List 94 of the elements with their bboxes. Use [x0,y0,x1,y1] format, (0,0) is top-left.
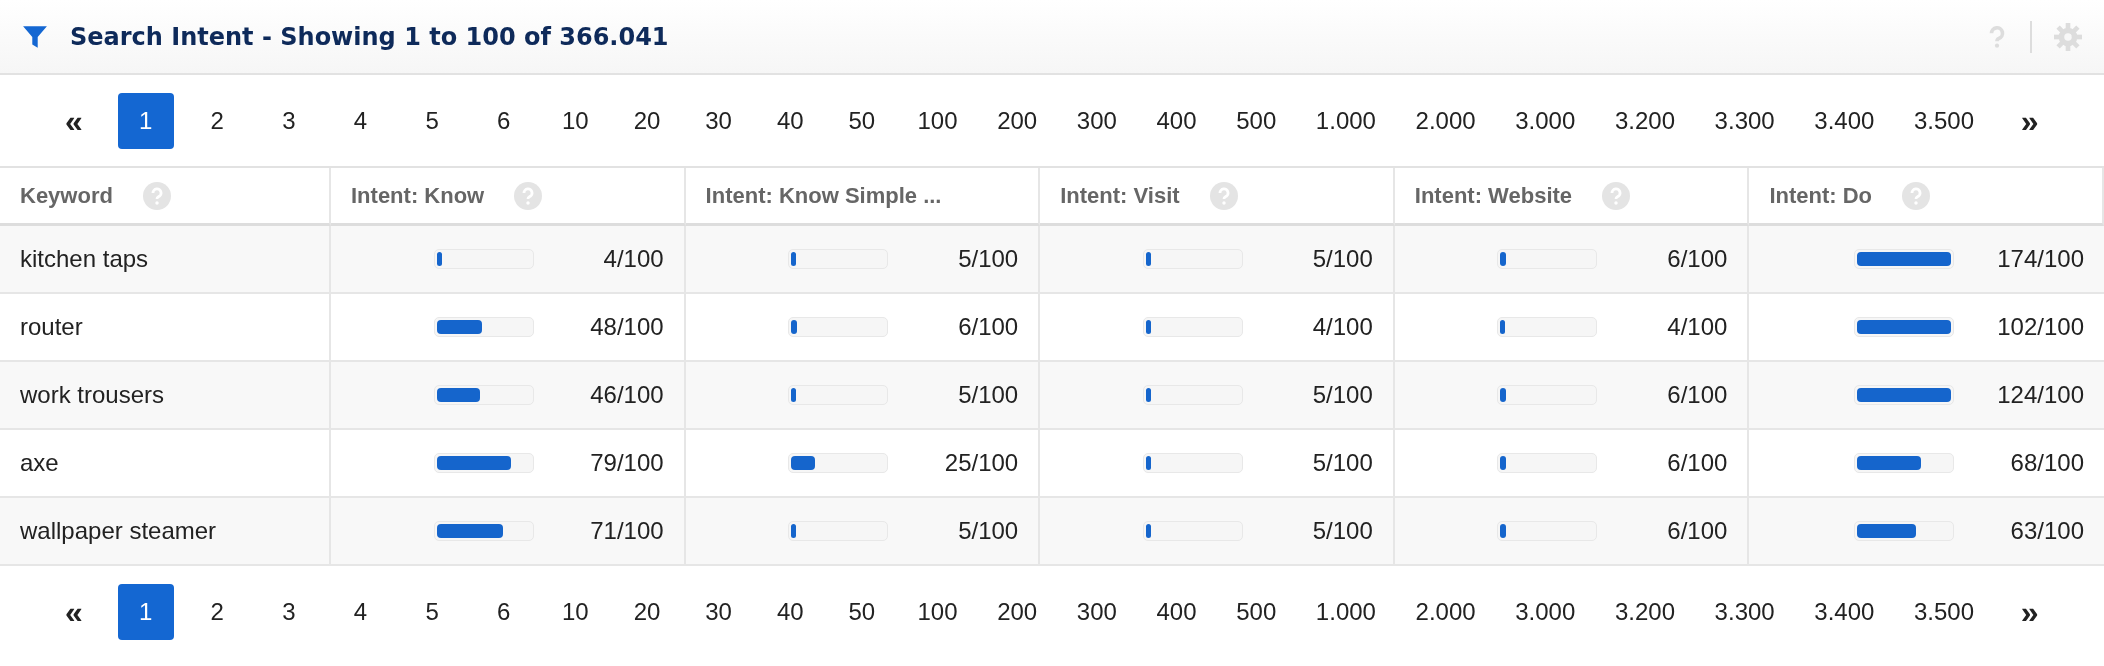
last-page-button[interactable]: » [2001,92,2058,149]
page-button[interactable]: 200 [985,583,1050,640]
score-text: 5/100 [1312,381,1373,408]
score-text: 5/100 [1312,449,1373,476]
page-button[interactable]: 2 [189,92,246,149]
help-icon [514,181,543,210]
page-button[interactable]: 200 [985,92,1050,149]
page-button[interactable]: 30 [690,583,747,640]
settings-icon[interactable] [2054,22,2082,51]
page-button[interactable]: 3.500 [1902,92,1987,149]
score-text: 4/100 [1312,313,1373,340]
filter-icon [22,23,48,50]
page-button[interactable]: 3.200 [1602,92,1687,149]
page-button[interactable]: 50 [833,92,890,149]
page-button[interactable]: 1.000 [1303,583,1388,640]
keyword-text: router [20,312,83,342]
help-icon [1902,181,1931,210]
page-button[interactable]: 400 [1144,92,1209,149]
score-text: 48/100 [590,313,664,340]
score-text: 63/100 [2010,517,2084,544]
score-text: 79/100 [590,449,664,476]
score-text: 6/100 [958,313,1019,340]
page-button[interactable]: 10 [547,583,604,640]
page-button[interactable]: 2.000 [1403,583,1488,640]
score-text: 5/100 [1312,245,1373,272]
page-button[interactable]: 3.400 [1802,583,1887,640]
page-button[interactable]: 5 [404,583,461,640]
page-button[interactable]: 500 [1224,583,1289,640]
last-page-button[interactable]: » [2001,583,2058,640]
score-text: 6/100 [1667,381,1728,408]
score-text: 102/100 [1997,313,2084,340]
page-button[interactable]: 20 [619,583,675,640]
page-button[interactable]: 400 [1144,583,1209,640]
page-button[interactable]: 20 [619,92,675,149]
page-button[interactable]: 3.400 [1802,92,1887,149]
score-text: 4/100 [1667,313,1728,340]
column-header[interactable]: Intent: Do [1769,179,1873,212]
page-button[interactable]: 1 [117,92,174,149]
page-button[interactable]: 4 [332,583,389,640]
page-button[interactable]: 10 [547,92,604,149]
page-button[interactable]: 50 [833,583,890,640]
score-text: 5/100 [1312,517,1373,544]
page-button[interactable]: 300 [1064,92,1129,149]
page-button[interactable]: 3.300 [1702,92,1787,149]
score-text: 6/100 [1667,245,1728,272]
page-button[interactable]: 1 [117,583,174,640]
page-button[interactable]: 30 [690,92,747,149]
column-header[interactable]: Intent: Know Simple ... [705,179,942,212]
page-button[interactable]: 40 [762,92,819,149]
column-header[interactable]: Keyword [20,179,113,212]
page-button[interactable]: 3.000 [1503,92,1588,149]
page-button[interactable]: 3 [260,92,317,149]
help-icon [1209,181,1238,210]
page-button[interactable]: 40 [762,583,819,640]
page-button[interactable]: 6 [475,92,532,149]
column-header[interactable]: Intent: Know [351,179,485,212]
column-header[interactable]: Intent: Website [1414,179,1573,212]
score-text: 124/100 [1997,381,2084,408]
score-text: 5/100 [958,517,1019,544]
page-button[interactable]: 2 [189,583,246,640]
first-page-button[interactable]: « [46,583,102,640]
score-text: 6/100 [1667,517,1728,544]
score-text: 174/100 [1997,245,2084,272]
page-button[interactable]: 100 [905,92,970,149]
first-page-button[interactable]: « [46,92,102,149]
page-button[interactable]: 4 [332,92,389,149]
page-button[interactable]: 2.000 [1403,92,1488,149]
keyword-text: axe [20,448,59,478]
page-button[interactable]: 300 [1064,583,1129,640]
page-button[interactable]: 3 [260,583,317,640]
help-icon [1602,181,1631,210]
score-text: 4/100 [603,245,664,272]
keyword-text: work trousers [20,380,165,410]
page-button[interactable]: 6 [475,583,532,640]
help-icon [142,181,171,210]
keyword-text: kitchen taps [20,244,149,274]
score-text: 5/100 [958,381,1019,408]
score-text: 25/100 [944,449,1019,476]
column-header[interactable]: Intent: Visit [1060,179,1180,212]
score-text: 6/100 [1667,449,1728,476]
score-text: 46/100 [590,381,664,408]
page-button[interactable]: 3.500 [1902,583,1987,640]
score-text: 71/100 [590,517,664,544]
page-button[interactable]: 500 [1224,92,1289,149]
panel-title: Search Intent - Showing 1 to 100 of 366.041 [70,21,669,53]
score-text: 68/100 [2010,449,2084,476]
page-button[interactable]: 3.300 [1702,583,1787,640]
page-button[interactable]: 5 [404,92,461,149]
keyword-text: wallpaper steamer [20,516,217,546]
page-button[interactable]: 3.200 [1602,583,1687,640]
page-button[interactable]: 3.000 [1503,583,1588,640]
score-text: 5/100 [958,245,1019,272]
page-button[interactable]: 100 [905,583,970,640]
page-button[interactable]: 1.000 [1303,92,1388,149]
